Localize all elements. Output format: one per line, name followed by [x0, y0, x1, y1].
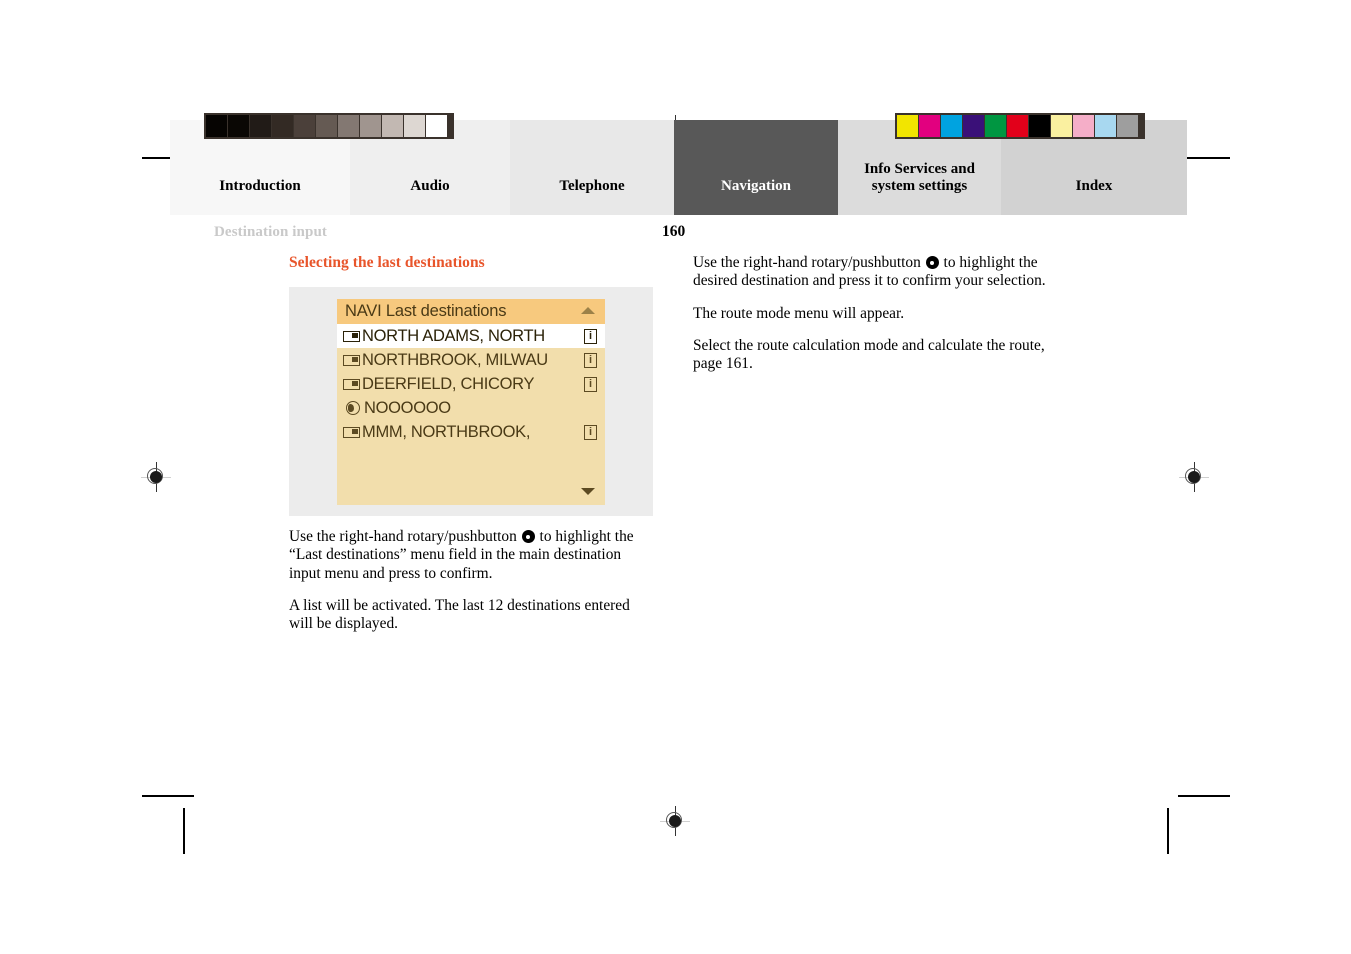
grayscale-swatch: [426, 115, 447, 137]
navi-list-item-label: NORTH ADAMS, NORTH: [362, 326, 545, 345]
grayscale-swatch: [250, 115, 271, 137]
navi-last-destinations-screen: NAVI Last destinations NORTH ADAMS, NORT…: [337, 299, 605, 505]
grayscale-swatch: [272, 115, 293, 137]
navi-list-item[interactable]: DEERFIELD, CHICORY i: [337, 372, 605, 396]
grayscale-swatch: [360, 115, 381, 137]
color-swatch: [919, 115, 940, 137]
navi-list-item[interactable]: NOOOOOO: [337, 396, 605, 420]
navi-list-item-label: DEERFIELD, CHICORY: [362, 374, 535, 393]
section-title: Selecting the last destinations: [289, 254, 485, 271]
left-column-body: Use the right-hand rotary/pushbutton to …: [289, 528, 654, 634]
tab-label: Index: [1075, 178, 1113, 195]
tab-label: Introduction: [219, 178, 301, 195]
grayscale-calibration-bar: [204, 113, 454, 139]
registration-mark-bottom-center: [660, 806, 690, 836]
navi-list-item[interactable]: MMM, NORTHBROOK, i: [337, 420, 605, 444]
tab-label: Audio: [410, 178, 450, 195]
info-icon[interactable]: i: [584, 352, 597, 368]
color-swatch: [1029, 115, 1050, 137]
color-swatch: [985, 115, 1006, 137]
navi-list-item-label: NORTHBROOK, MILWAU: [362, 350, 548, 369]
crop-mark-bottom-left-vertical: [183, 808, 185, 854]
tab-navigation[interactable]: Navigation: [674, 120, 838, 215]
running-head: Destination input: [214, 224, 327, 240]
color-swatch: [963, 115, 984, 137]
rotary-pushbutton-icon: [521, 530, 535, 543]
right-paragraph-1-text-a: Use the right-hand rotary/pushbutton: [693, 254, 921, 271]
navi-list-item-label: MMM, NORTHBROOK,: [362, 422, 531, 441]
grayscale-swatch: [404, 115, 425, 137]
color-swatch: [941, 115, 962, 137]
rotary-pushbutton-icon: [925, 256, 939, 269]
tab-label: Navigation: [720, 178, 791, 195]
color-swatch: [1007, 115, 1028, 137]
left-paragraph-1-text-a: Use the right-hand rotary/pushbutton: [289, 528, 517, 545]
navi-list-item[interactable]: NORTHBROOK, MILWAU i: [337, 348, 605, 372]
grayscale-swatch: [382, 115, 403, 137]
globe-icon: [346, 401, 360, 415]
color-swatch: [1073, 115, 1094, 137]
left-paragraph-1: Use the right-hand rotary/pushbutton to …: [289, 528, 654, 583]
info-icon[interactable]: i: [584, 424, 597, 440]
right-paragraph-1: Use the right-hand rotary/pushbutton to …: [693, 254, 1058, 291]
navi-list-item[interactable]: NORTH ADAMS, NORTH i: [337, 324, 605, 348]
crop-mark-bottom-left-horizontal: [142, 795, 194, 797]
registration-mark-right-middle: [1179, 462, 1209, 492]
navi-destination-list: NORTH ADAMS, NORTH i NORTHBROOK, MILWAU i DE…: [337, 324, 605, 444]
address-card-icon: [343, 330, 360, 342]
crop-mark-bottom-right-horizontal: [1178, 795, 1230, 797]
right-column: Use the right-hand rotary/pushbutton to …: [693, 254, 1058, 374]
crop-mark-bottom-right-vertical: [1167, 808, 1169, 854]
address-card-icon: [343, 378, 360, 390]
right-paragraph-3: Select the route calculation mode and ca…: [693, 336, 1045, 373]
triangle-up-icon[interactable]: [581, 307, 595, 314]
color-swatch: [1117, 115, 1138, 137]
tab-label: Info Services and system settings: [864, 160, 975, 195]
address-card-icon: [343, 354, 360, 366]
registration-mark-left-middle: [141, 462, 171, 492]
info-icon[interactable]: i: [584, 328, 597, 344]
address-card-icon: [343, 426, 360, 438]
left-column: Selecting the last destinations: [289, 254, 654, 288]
color-swatch: [897, 115, 918, 137]
color-swatch: [1051, 115, 1072, 137]
grayscale-swatch: [294, 115, 315, 137]
page-number: 160: [662, 223, 686, 240]
color-swatch: [1095, 115, 1116, 137]
navi-screen-title: NAVI Last destinations: [345, 302, 507, 320]
navi-list-item-label: NOOOOOO: [364, 398, 451, 417]
grayscale-swatch: [338, 115, 359, 137]
navigation-screen-figure: NAVI Last destinations NORTH ADAMS, NORT…: [289, 287, 653, 516]
grayscale-swatch: [206, 115, 227, 137]
grayscale-swatch: [228, 115, 249, 137]
navi-screen-header: NAVI Last destinations: [337, 299, 605, 324]
tab-label: Telephone: [559, 178, 625, 195]
triangle-down-icon[interactable]: [581, 488, 595, 495]
right-paragraph-2: The route mode menu will appear.: [693, 304, 905, 322]
left-paragraph-2: A list will be activated. The last 12 de…: [289, 596, 630, 633]
info-icon[interactable]: i: [584, 376, 597, 392]
tab-telephone[interactable]: Telephone: [510, 120, 674, 215]
grayscale-swatch: [316, 115, 337, 137]
color-calibration-bar: [895, 113, 1145, 139]
